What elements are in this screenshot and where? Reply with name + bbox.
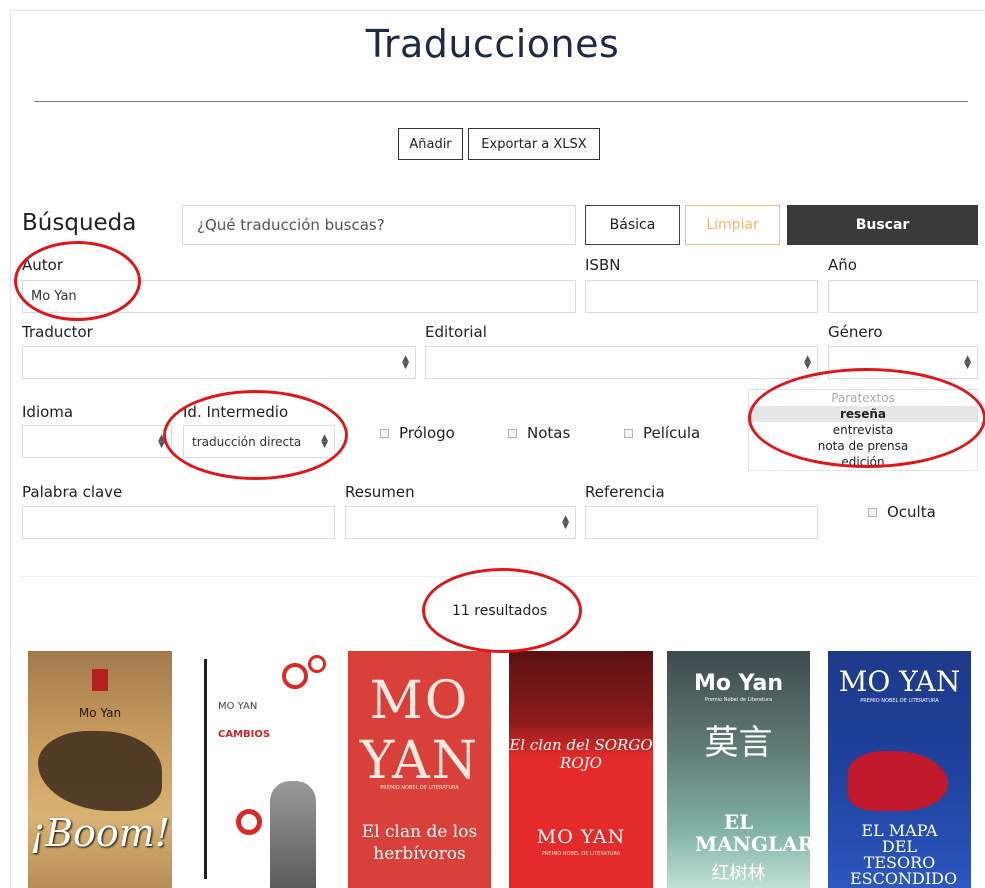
select-arrows-icon: ▲ ▼ [402,353,409,371]
cover-subtitle: PREMIO NOBEL DE LITERATURA [541,851,621,857]
select-arrows-icon: ▲ ▼ [964,353,971,371]
cover-chinese-author: 莫言 [704,723,773,763]
idioma-select[interactable]: ▲ ▼ [22,425,172,458]
export-xlsx-button[interactable]: Exportar a XLSX [468,128,600,160]
prologo-checkbox[interactable]: Prólogo [380,424,455,442]
title-divider [34,101,968,102]
cover-author: MO YAN [838,665,961,698]
paratextos-placeholder: Paratextos [831,391,895,405]
results-count: 11 resultados [452,603,548,619]
paratextos-option-nota[interactable]: nota de prensa [749,438,977,454]
book-cover-cambios[interactable]: MO YAN CAMBIOS [188,651,332,888]
traductor-label: Traductor [22,323,93,341]
select-arrows-icon: ▲ ▼ [321,432,328,450]
cover-title: EL MANGLAR [695,810,810,856]
cover-subtitle: Premio Nobel de Literatura [704,697,773,703]
paratextos-option-edicion[interactable]: edición [749,454,977,470]
cover-title: El clan del SORGO ROJO [509,736,653,772]
isbn-label: ISBN [585,256,621,274]
isbn-input[interactable] [585,280,818,313]
cover-author: MO YAN [359,671,480,791]
genero-label: Género [828,323,883,341]
cover-author: Mo Yan [693,671,784,696]
editorial-select[interactable]: ▲ ▼ [425,346,818,379]
referencia-input[interactable] [585,506,818,539]
cover-title: CAMBIOS [218,729,271,740]
intermedio-label: Id. Intermedio [183,403,289,421]
red-spiral-icon [236,809,262,835]
page-title: Traducciones [365,22,620,66]
select-arrows-icon: ▲ ▼ [158,432,165,450]
editorial-label: Editorial [425,323,487,341]
cover-chinese-title: 红树林 [711,863,766,884]
palabra-label: Palabra clave [22,483,123,501]
search-heading: Búsqueda [22,210,137,236]
cover-author: MO YAN [536,826,626,848]
book-cover-mapa-tesoro[interactable]: MO YAN PREMIO NOBEL DE LITERATURA EL MAP… [828,651,971,888]
book-cover-sorgo-rojo[interactable]: El clan del SORGO ROJO MO YAN PREMIO NOB… [509,651,653,888]
resumen-label: Resumen [345,483,415,501]
select-arrows-icon: ▲ ▼ [562,513,569,531]
paratextos-multiselect[interactable]: Paratextos reseña entrevista nota de pre… [748,389,978,471]
paratextos-option-resena[interactable]: reseña [749,406,977,422]
intermedio-select[interactable]: traducción directa ▲ ▼ [183,425,335,458]
clear-button[interactable]: Limpiar [685,205,780,245]
idioma-label: Idioma [22,403,74,421]
traductor-select[interactable]: ▲ ▼ [22,346,416,379]
checkbox-icon [624,428,633,438]
section-divider [20,576,978,577]
genero-select[interactable]: ▲ ▼ [828,346,978,379]
basic-search-button[interactable]: Básica [585,205,680,245]
referencia-label: Referencia [585,483,665,501]
ox-illustration-icon [38,731,162,811]
palabra-input[interactable] [22,506,335,539]
pelicula-label: Película [643,424,701,442]
oculta-checkbox[interactable]: Oculta [868,503,936,521]
checkbox-icon [868,507,877,517]
paratextos-option-entrevista[interactable]: entrevista [749,422,977,438]
add-button[interactable]: Añadir [398,128,463,160]
cover-subtitle: PREMIO NOBEL DE LITERATURA [860,698,939,704]
cover-title: El clan de los herbívoros [361,822,478,864]
cover-title: ¡Boom! [29,811,171,855]
resumen-select[interactable]: ▲ ▼ [345,506,576,539]
cover-line [204,659,207,879]
prologo-label: Prólogo [399,424,455,442]
anio-input[interactable] [828,280,978,313]
select-arrows-icon: ▲ ▼ [804,353,811,371]
cover-author: MO YAN [218,701,258,712]
checkbox-icon [508,428,517,438]
book-cover-manglar[interactable]: Mo Yan Premio Nobel de Literatura 莫言 EL … [667,651,810,888]
anio-label: Año [828,256,857,274]
intermedio-value: traducción directa [192,434,302,449]
book-cover-herbivoros[interactable]: MO YAN El clan de los herbívoros PREMIO … [348,651,491,888]
cover-subtitle: PREMIO NOBEL DE LITERATURA [380,785,459,791]
pelicula-checkbox[interactable]: Película [624,424,700,442]
search-input[interactable]: ¿Qué traducción buscas? [182,205,576,245]
map-illustration-icon [848,751,948,811]
red-spiral-icon [308,655,326,673]
notas-checkbox[interactable]: Notas [508,424,570,442]
search-button[interactable]: Buscar [787,205,978,245]
cover-title: EL MAPA DEL TESORO ESCONDIDO [850,821,958,888]
oculta-label: Oculta [887,503,936,521]
child-photo-icon [270,781,316,888]
autor-input[interactable]: Mo Yan [22,280,576,313]
publisher-logo-icon [92,669,108,691]
notas-label: Notas [527,424,571,442]
autor-label: Autor [22,256,63,274]
checkbox-icon [380,428,389,438]
book-cover-boom[interactable]: Mo Yan ¡Boom! [28,651,172,888]
red-spiral-icon [282,663,308,689]
cover-author: Mo Yan [78,706,122,720]
